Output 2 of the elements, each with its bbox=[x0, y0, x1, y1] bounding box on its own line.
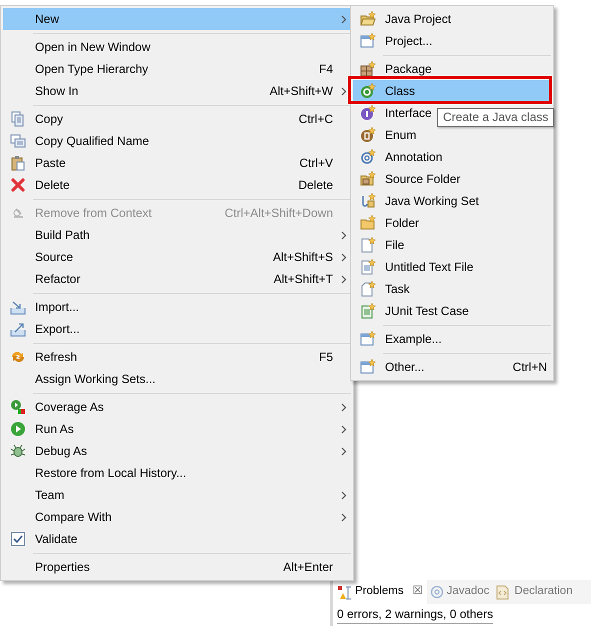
tooltip: Create a Java class bbox=[437, 108, 554, 127]
problems-summary: 0 errors, 2 warnings, 0 others bbox=[337, 605, 494, 624]
